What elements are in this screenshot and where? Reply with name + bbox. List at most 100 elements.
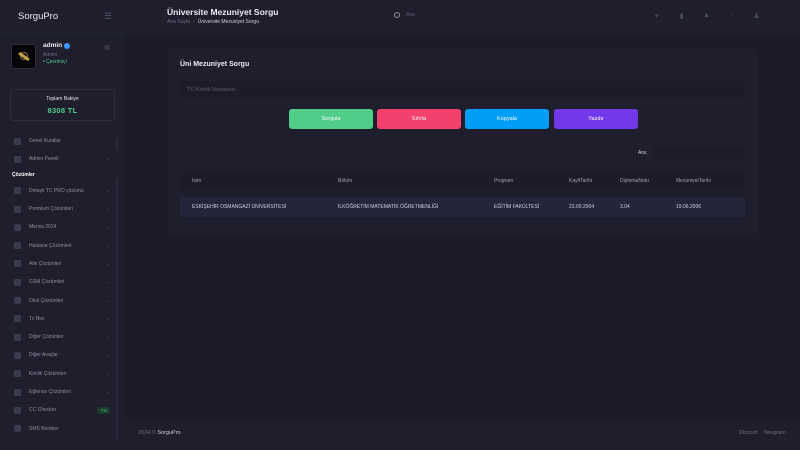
status-badge: YG <box>97 406 110 414</box>
sidebar-item-okul[interactable]: Okul Çözümleri ⌄ <box>0 291 124 309</box>
tc-number-input[interactable] <box>180 81 745 98</box>
sidebar-item-diger-araclar[interactable]: Diğer Araçlar ⌄ <box>0 346 124 364</box>
reset-button[interactable]: Sıfırla <box>377 109 461 129</box>
sidebar-menu: Genel Kurallar Admin Paneli ⌄ Çözümler D… <box>0 132 124 438</box>
sidebar-item-label: Okul Çözümleri <box>29 297 64 304</box>
sidebar-item-gsm[interactable]: GSM Çözümleri ⌄ <box>0 273 124 291</box>
table-header: İsim Bölüm Program KayitTarihi DiplomaNo… <box>180 173 745 190</box>
table-search-input[interactable] <box>654 146 745 159</box>
sidebar-item-premium[interactable]: Premium Çözümleri ⌄ <box>0 200 124 218</box>
copy-button[interactable]: Kopyala <box>465 109 549 129</box>
shield-icon <box>14 155 21 163</box>
collapse-sidebar-icon[interactable]: ☰ <box>104 11 112 22</box>
table-row[interactable]: ESKİŞEHİR OSMANGAZİ ÜNİVERSİTESİ İLKÖĞRE… <box>180 197 745 217</box>
breadcrumb-home[interactable]: Ana Sayfa <box>167 19 190 25</box>
sidebar-item-sms-bomber[interactable]: SMS Bomber <box>0 419 124 437</box>
sidebar-item-label: Detaylı TC PRO çözümü <box>29 187 84 194</box>
sidebar-item-label: Genel Kurallar <box>29 138 61 145</box>
sidebar-item-label: SMS Bomber <box>29 425 59 432</box>
column-header[interactable]: DiplomaNotu <box>620 173 649 190</box>
tool-icon <box>14 351 21 359</box>
breadcrumb: Ana Sayfa - Üniversite Mezuniyet Sorgu <box>167 19 259 25</box>
sidebar-header: SorguPro ☰ <box>0 0 124 34</box>
scrollbar[interactable] <box>116 138 118 150</box>
footer-link-telegram[interactable]: Telegram <box>763 430 786 436</box>
music-icon <box>14 388 21 396</box>
grid-icon <box>14 333 21 341</box>
header-search <box>394 12 526 18</box>
sidebar-item-admin-paneli[interactable]: Admin Paneli ⌄ <box>0 150 124 168</box>
footer-link-discord[interactable]: Discord <box>739 430 758 436</box>
sidebar-item-aile[interactable]: Aile Çözümleri ⌄ <box>0 255 124 273</box>
column-header[interactable]: İsim <box>192 173 201 190</box>
sidebar-item-genel-kurallar[interactable]: Genel Kurallar <box>0 132 124 150</box>
sidebar-item-cc-checker[interactable]: CC Checker YG <box>0 401 124 419</box>
sidebar-item-diger-cozumler[interactable]: Diğer Çözümler ⌄ <box>0 328 124 346</box>
table-cell: 19.06.2006 <box>676 204 702 210</box>
hospital-icon <box>14 242 21 250</box>
chevron-down-icon: ⌄ <box>105 315 110 322</box>
sidebar-item-label: Aile Çözümleri <box>29 260 62 267</box>
breadcrumb-current: Üniversite Mezuniyet Sorgu <box>197 19 259 25</box>
sidebar-item-detayli-tc[interactable]: Detaylı TC PRO çözümü ⌄ <box>0 182 124 200</box>
balance-label: Toplam Bakiye <box>46 96 79 102</box>
sidebar-item-eglence[interactable]: Eğlence Çözümleri ⌄ <box>0 383 124 401</box>
chevron-down-icon: ⌄ <box>105 352 110 359</box>
chevron-down-icon: ⌄ <box>105 334 110 341</box>
balance-box: Toplam Bakiye 8308 TL <box>10 89 115 121</box>
column-header[interactable]: Program <box>494 173 513 190</box>
sidebar-item-kimlik[interactable]: Kimlik Çözümleri ⌄ <box>0 365 124 383</box>
table-cell: EĞİTİM FAKÜLTESİ <box>494 204 540 210</box>
chevron-down-icon: ⌄ <box>105 297 110 304</box>
user-menu-icon[interactable]: ♟ <box>752 12 761 20</box>
id-card-icon <box>14 187 21 195</box>
sidebar-item-label: Mernis 2024 <box>29 224 57 231</box>
sidebar-item-hastane[interactable]: Hastane Çözümleri ⌄ <box>0 236 124 254</box>
sidebar-item-mernis[interactable]: Mernis 2024 ⌄ <box>0 218 124 236</box>
profile-role: Admin <box>43 52 58 58</box>
query-card: Üni Mezuniyet Sorgu Sorgula Sıfırla Kopy… <box>168 49 758 235</box>
chevron-down-icon: ⌄ <box>105 370 110 377</box>
user-profile: admin Admin • Çevrimiçi ⚙ <box>0 42 124 86</box>
table-cell: ESKİŞEHİR OSMANGAZİ ÜNİVERSİTESİ <box>192 204 287 210</box>
search-icon <box>394 12 400 18</box>
sidebar-item-tvbox[interactable]: Tv Box ⌄ <box>0 310 124 328</box>
brand-logo[interactable]: SorguPro <box>18 11 58 22</box>
sidebar-item-label: Kimlik Çözümleri <box>29 370 67 377</box>
search-input[interactable] <box>406 12 526 18</box>
user-icon <box>14 370 21 378</box>
footer-copyright: 2024 © SorguPro <box>138 430 181 436</box>
sidebar-item-label: Hastane Çözümleri <box>29 242 72 249</box>
avatar[interactable] <box>11 44 36 69</box>
footer-links: Discord Telegram <box>739 430 786 436</box>
settings-icon[interactable]: ⚙ <box>104 44 110 52</box>
column-header[interactable]: Bölüm <box>338 173 352 190</box>
print-button[interactable]: Yazdır <box>554 109 638 129</box>
chevron-down-icon: ⌄ <box>105 279 110 286</box>
breadcrumb-separator: - <box>193 19 195 25</box>
query-button[interactable]: Sorgula <box>289 109 373 129</box>
column-header[interactable]: MezuniyetTarihi <box>676 173 711 190</box>
stats-icon[interactable]: ▮ <box>677 12 686 20</box>
column-header[interactable]: KayitTarihi <box>569 173 592 190</box>
verified-icon <box>64 42 71 49</box>
footer: 2024 © SorguPro Discord Telegram <box>124 420 800 450</box>
chevron-down-icon: ⌄ <box>105 156 110 163</box>
profile-name: admin <box>43 42 63 49</box>
sidebar: SorguPro ☰ admin Admin • Çevrimiçi ⚙ Top… <box>0 0 124 450</box>
notification-icon[interactable]: ▲ <box>702 12 711 20</box>
table-search-label: Ara: <box>638 150 648 156</box>
cart-icon[interactable]: ▾ <box>652 12 661 20</box>
card-icon <box>14 406 21 414</box>
table-cell: İLKÖĞRETİM MATEMATİK ÖĞRETMENLİĞİ <box>338 204 439 210</box>
table-cell: 23.09.2004 <box>569 204 595 210</box>
footer-brand-link[interactable]: SorguPro <box>157 430 180 436</box>
theme-icon[interactable]: ◦ <box>727 12 736 20</box>
sidebar-item-label: Diğer Çözümler <box>29 334 64 341</box>
chevron-down-icon: ⌄ <box>105 260 110 267</box>
book-icon <box>14 137 21 145</box>
sidebar-item-label: CC Checker <box>29 407 57 414</box>
scrollbar[interactable] <box>116 178 118 440</box>
sidebar-item-label: Admin Paneli <box>29 156 59 163</box>
section-label: Çözümler <box>12 172 35 179</box>
